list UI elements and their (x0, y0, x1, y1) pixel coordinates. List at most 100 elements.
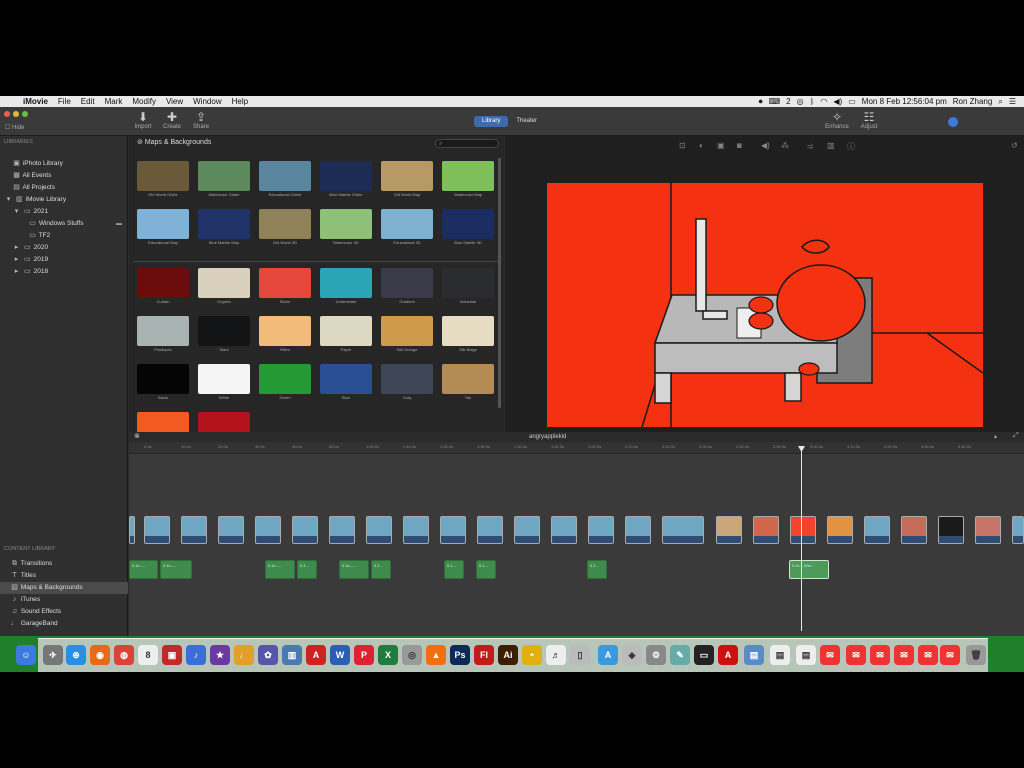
vlc-icon[interactable]: ▲ (426, 645, 446, 665)
video-clip[interactable] (716, 516, 742, 544)
photo-booth-icon[interactable]: ▣ (162, 645, 182, 665)
map-thumbnail[interactable] (320, 161, 372, 191)
bluetooth-icon[interactable]: ᛒ (810, 97, 815, 106)
text-editor-icon[interactable]: ✎ (670, 645, 690, 665)
input-indicator[interactable]: 2 (786, 97, 790, 106)
background-thumbnail[interactable] (442, 316, 494, 346)
map-thumbnail[interactable] (137, 161, 189, 191)
video-clip[interactable] (975, 516, 1001, 544)
background-thumbnail[interactable] (259, 268, 311, 298)
video-clip[interactable] (790, 516, 816, 544)
hide-libraries-button[interactable]: ☐ Hide (5, 124, 24, 131)
video-clip[interactable] (514, 516, 540, 544)
firefox-icon[interactable]: ◉ (90, 645, 110, 665)
audio-app-icon[interactable]: ◓ (522, 645, 542, 665)
app-store-icon[interactable]: A (598, 645, 618, 665)
background-thumbnail[interactable] (198, 316, 250, 346)
video-clip[interactable] (901, 516, 927, 544)
sidebar-item-transitions[interactable]: ⧉ Transitions (0, 558, 128, 570)
background-thumbnail[interactable] (198, 268, 250, 298)
photoshop-icon[interactable]: Ps (450, 645, 470, 665)
background-thumbnail[interactable] (442, 364, 494, 394)
close-window-icon[interactable] (4, 111, 10, 117)
activity-icon[interactable] (948, 117, 958, 127)
trash-icon[interactable]: 🗑 (966, 645, 986, 665)
video-clip[interactable] (292, 516, 318, 544)
stickies-icon[interactable]: ◈ (622, 645, 642, 665)
video-clip[interactable] (329, 516, 355, 544)
background-thumbnail[interactable] (320, 364, 372, 394)
menu-edit[interactable]: Edit (76, 96, 100, 107)
video-clip[interactable] (662, 516, 704, 544)
stabilize-icon[interactable]: ▣ (717, 141, 725, 150)
background-thumbnail[interactable] (137, 316, 189, 346)
menu-window[interactable]: Window (188, 96, 226, 107)
launchpad-icon[interactable]: ✈ (43, 645, 63, 665)
mail-icon[interactable]: ✉ (870, 645, 890, 665)
mail-icon[interactable]: ✉ (940, 645, 960, 665)
menu-mark[interactable]: Mark (100, 96, 128, 107)
video-clip[interactable] (753, 516, 779, 544)
background-thumbnail[interactable] (381, 316, 433, 346)
music-score-icon[interactable]: ♬ (546, 645, 566, 665)
enhance-button[interactable]: ✧ Enhance (824, 110, 850, 130)
background-thumbnail[interactable] (442, 268, 494, 298)
menu-file[interactable]: File (53, 96, 76, 107)
sidebar-item-iphoto-library[interactable]: ▣ iPhoto Library (0, 158, 128, 170)
volume-icon[interactable]: ◀) (761, 141, 770, 150)
garageband-icon[interactable]: ♩ (234, 645, 254, 665)
ring-icon[interactable]: ◎ (797, 97, 804, 106)
disclosure-open-icon[interactable]: ▾ (4, 194, 13, 206)
menu-app[interactable]: iMovie (18, 96, 53, 107)
audio-clip[interactable]: 0.1s –… (129, 560, 158, 579)
excel-icon[interactable]: X (378, 645, 398, 665)
terminal-icon[interactable]: ▭ (694, 645, 714, 665)
audio-clip[interactable]: 0.1… (371, 560, 391, 579)
video-clip[interactable] (181, 516, 207, 544)
disclosure-closed-icon[interactable]: ▸ (12, 254, 21, 266)
disclosure-closed-icon[interactable]: ▸ (12, 266, 21, 278)
video-clip[interactable] (864, 516, 890, 544)
input-icon[interactable]: ⌨ (769, 97, 781, 106)
sidebar-item-titles[interactable]: T Titles (0, 570, 128, 582)
browser-scrollbar[interactable] (498, 158, 501, 408)
disclosure-open-icon[interactable]: ▾ (12, 206, 21, 218)
zoom-window-icon[interactable] (22, 111, 28, 117)
pdf-expert-icon[interactable]: P (354, 645, 374, 665)
playhead[interactable] (801, 446, 802, 631)
map-thumbnail[interactable] (259, 209, 311, 239)
audio-clip[interactable]: 0.1s –… (265, 560, 295, 579)
illustrator-icon[interactable]: Ai (498, 645, 518, 665)
sidebar-item-tf2[interactable]: ▭ TF2 (0, 230, 128, 242)
menu-view[interactable]: View (161, 96, 188, 107)
safari-icon[interactable]: ⊕ (66, 645, 86, 665)
blank-doc-icon[interactable]: ▯ (570, 645, 590, 665)
photos-icon[interactable]: ✿ (258, 645, 278, 665)
mail-icon[interactable]: ✉ (918, 645, 938, 665)
sidebar-item-itunes[interactable]: ♪ iTunes (0, 594, 128, 606)
video-clip[interactable] (218, 516, 244, 544)
spotlight-icon[interactable]: ⌕ (998, 97, 1002, 107)
video-clip[interactable] (366, 516, 392, 544)
system-preferences-icon[interactable]: ⚙ (646, 645, 666, 665)
sidebar-item-2019[interactable]: ▸ ▭ 2019 (0, 254, 128, 266)
reset-icon[interactable]: ↺ (1011, 141, 1018, 150)
notification-icon[interactable]: ☰ (1009, 97, 1016, 106)
share-button[interactable]: ⇪ Share (188, 110, 214, 130)
audio-clip[interactable]: 0.1… (444, 560, 464, 579)
video-clip[interactable] (827, 516, 853, 544)
create-button[interactable]: ✚ Create (159, 110, 185, 130)
background-thumbnail[interactable] (259, 316, 311, 346)
itunes-icon[interactable]: ♪ (186, 645, 206, 665)
sidebar-item-windows-stuffs[interactable]: ▭ Windows Stuffs ▬ (0, 218, 128, 230)
video-clip[interactable] (938, 516, 964, 544)
map-thumbnail[interactable] (320, 209, 372, 239)
grab-icon[interactable]: ◎ (402, 645, 422, 665)
close-icon[interactable]: ⊗ (134, 433, 140, 441)
audio-clip[interactable]: 0.1s –… (160, 560, 192, 579)
map-thumbnail[interactable] (381, 161, 433, 191)
adjust-button[interactable]: ☷ Adjust (856, 110, 882, 130)
video-clip[interactable] (625, 516, 651, 544)
user-name[interactable]: Ron Zhang (953, 97, 993, 106)
noise-reduction-icon[interactable]: ⁂ (781, 141, 789, 150)
